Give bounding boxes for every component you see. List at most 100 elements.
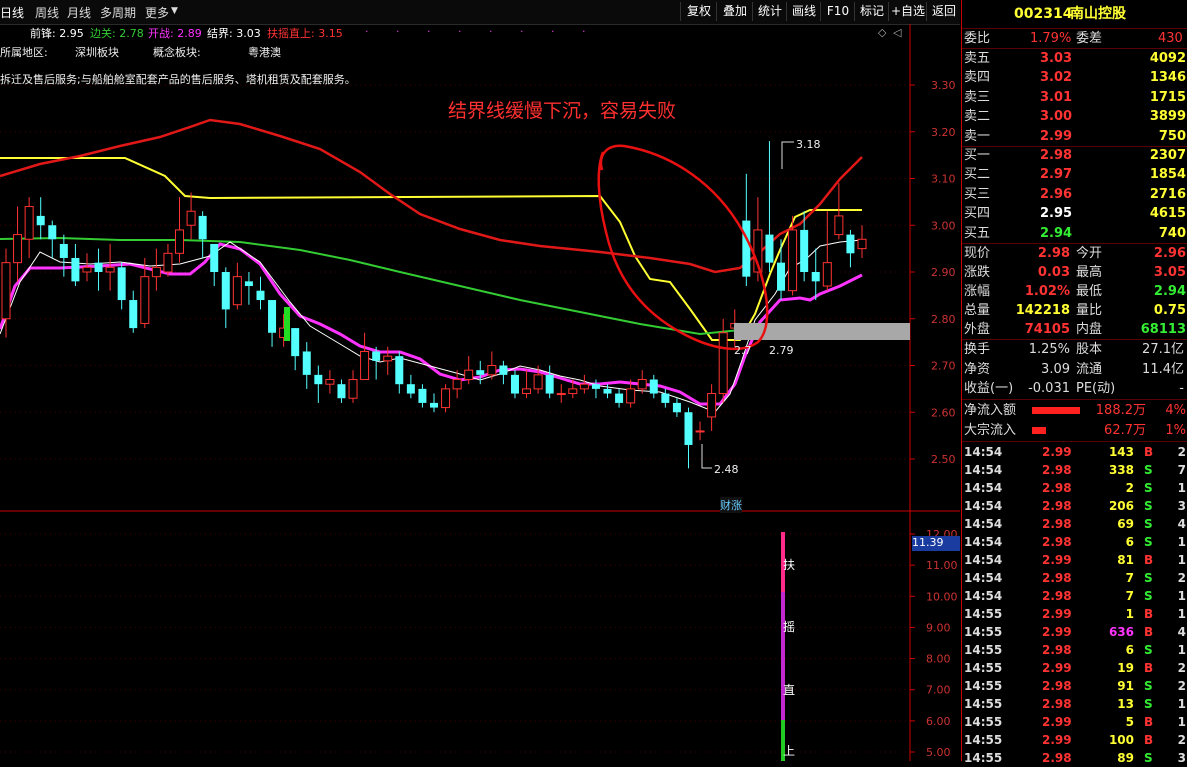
candle[interactable] [244, 272, 253, 305]
candle[interactable] [430, 393, 438, 413]
candle[interactable] [695, 421, 705, 441]
quote-label: 外盘 [964, 322, 991, 337]
candle[interactable] [314, 365, 323, 403]
candle[interactable] [834, 183, 844, 240]
tab-more[interactable]: 更多 [145, 4, 169, 21]
candle[interactable] [325, 370, 335, 394]
candle-body [510, 374, 519, 394]
book-price: 2.94 [1040, 225, 1073, 241]
candle[interactable] [302, 342, 311, 389]
candle[interactable] [476, 360, 485, 385]
tab-multi-period[interactable]: 多周期 [100, 4, 136, 21]
candle[interactable] [59, 234, 68, 277]
candle[interactable] [24, 197, 34, 258]
tick-side: B [1144, 661, 1154, 675]
fund-row: 收益(一) -0.031 PE(动) - [962, 379, 1187, 398]
candle-body [210, 243, 219, 272]
candle[interactable] [360, 332, 370, 381]
tick-row: 14:54 2.98 7 S 2 [962, 569, 1187, 587]
candle[interactable] [256, 276, 265, 310]
back-button[interactable]: 返回 [926, 2, 961, 21]
tab-daily[interactable]: 日线 [0, 4, 24, 21]
candle[interactable] [499, 360, 508, 385]
draw-line-button[interactable]: 画线 [786, 2, 821, 21]
candle[interactable] [221, 267, 230, 329]
candle[interactable] [533, 365, 543, 394]
tick-volume: 6 [1125, 535, 1134, 549]
caizhang-badge[interactable]: 财涨 [720, 497, 742, 513]
candle[interactable] [464, 356, 474, 385]
fund-label-2: PE(动) [1076, 381, 1116, 396]
candle[interactable] [291, 328, 300, 371]
candle[interactable] [545, 365, 554, 399]
tab-monthly[interactable]: 月线 [67, 4, 91, 21]
candle[interactable] [591, 379, 600, 399]
candle[interactable] [857, 225, 867, 258]
candle[interactable] [337, 379, 346, 403]
f10-button[interactable]: F10 [820, 2, 855, 21]
candle[interactable] [105, 243, 115, 291]
flow-row: 大宗流入 62.7万 1% [962, 421, 1187, 440]
add-watchlist-button[interactable]: +自选 [888, 2, 927, 21]
candle[interactable] [707, 384, 717, 431]
overlay-button[interactable]: 叠加 [716, 2, 753, 21]
hand-drawn-circle [597, 144, 769, 351]
quote-row: 涨跌 0.03 最高 3.05 [962, 263, 1187, 282]
candle[interactable] [268, 300, 277, 347]
candle[interactable] [94, 248, 103, 291]
candle[interactable] [175, 197, 185, 263]
candle[interactable] [71, 243, 80, 287]
fuquan-button[interactable]: 复权 [680, 2, 717, 21]
candle[interactable] [186, 192, 196, 240]
candle[interactable] [82, 253, 92, 282]
candle[interactable] [579, 374, 589, 394]
candle-body [418, 388, 427, 403]
candle[interactable] [163, 243, 173, 277]
tick-row: 14:54 2.98 206 S 3 [962, 497, 1187, 515]
candle[interactable] [198, 211, 207, 258]
candle[interactable] [129, 290, 138, 333]
candle[interactable] [777, 239, 786, 301]
candle[interactable] [48, 220, 57, 258]
candle[interactable] [742, 173, 751, 287]
candle[interactable] [522, 370, 532, 399]
kline-chart[interactable]: 3.303.203.103.002.902.802.702.602.5012.0… [0, 24, 960, 761]
chevron-down-icon[interactable]: ▼ [171, 6, 178, 16]
candle[interactable] [13, 206, 23, 282]
tick-count: 2 [1177, 445, 1186, 459]
candle[interactable] [441, 384, 451, 413]
candle[interactable] [615, 388, 624, 408]
candle[interactable] [510, 370, 519, 399]
candle[interactable] [151, 248, 161, 291]
candle[interactable] [846, 229, 855, 268]
candle[interactable] [487, 351, 497, 380]
tab-weekly[interactable]: 周线 [35, 4, 59, 21]
candle[interactable] [672, 398, 681, 417]
candle[interactable] [556, 384, 566, 403]
stats-button[interactable]: 统计 [752, 2, 787, 21]
candle[interactable] [765, 141, 774, 272]
candle-body [556, 393, 566, 396]
candle[interactable] [649, 374, 658, 399]
tick-volume: 5 [1125, 715, 1134, 729]
candle-body [198, 215, 207, 240]
candle[interactable] [418, 384, 427, 408]
flow-value: 188.2万 [1095, 403, 1146, 418]
candle[interactable] [210, 243, 219, 287]
candle[interactable] [406, 374, 415, 399]
candle[interactable] [232, 262, 242, 310]
candle[interactable] [372, 346, 381, 380]
weicha-label: 委差 [1076, 31, 1103, 46]
book-volume: 1346 [1149, 70, 1186, 86]
candle[interactable] [36, 197, 45, 240]
book-price: 2.97 [1040, 167, 1073, 183]
candle[interactable] [637, 370, 647, 394]
candle[interactable] [661, 388, 670, 408]
candle[interactable] [348, 370, 358, 403]
candle[interactable] [117, 262, 126, 310]
candle[interactable] [822, 211, 832, 291]
candle-body [360, 350, 370, 381]
candle[interactable] [811, 248, 820, 301]
mark-button[interactable]: 标记 [854, 2, 889, 21]
candle[interactable] [395, 351, 404, 394]
